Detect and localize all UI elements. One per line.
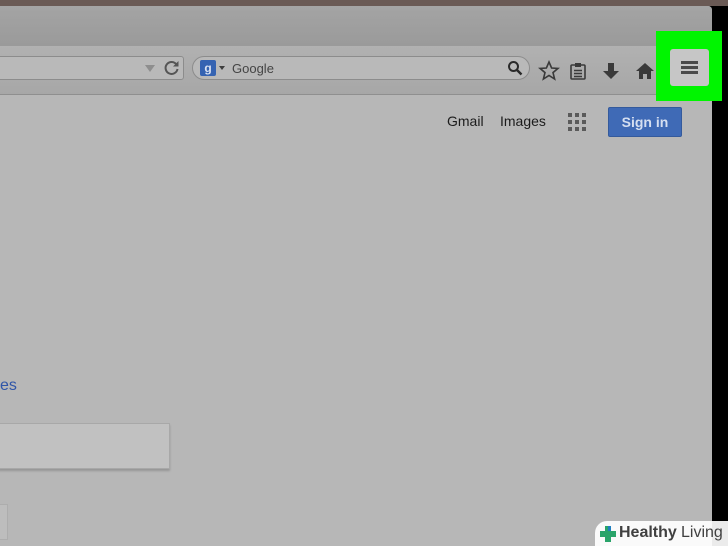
search-icon[interactable]: [507, 60, 523, 76]
apps-dot: [575, 127, 579, 131]
page-content: [0, 95, 712, 546]
apps-dot: [568, 113, 572, 117]
apps-dot: [568, 120, 572, 124]
history-dropdown-icon[interactable]: [145, 65, 155, 72]
watermark-brand-bold: Healthy: [619, 524, 677, 541]
menu-bar-line: [681, 61, 698, 64]
engine-dropdown-icon[interactable]: [219, 66, 225, 70]
apps-dot: [575, 120, 579, 124]
apps-dot: [582, 113, 586, 117]
partial-link[interactable]: es: [0, 377, 17, 395]
watermark-brand-light: Living: [681, 524, 723, 541]
apps-dot: [568, 127, 572, 131]
menu-bar-line: [681, 66, 698, 69]
plus-logo-icon: [600, 526, 616, 542]
bookmark-star-icon[interactable]: [538, 60, 560, 82]
apps-grid-icon[interactable]: [568, 113, 586, 131]
partial-search-button[interactable]: [0, 504, 8, 540]
navigation-toolbar: g Google: [0, 46, 712, 95]
watermark: Healthy Living: [595, 521, 728, 546]
images-link[interactable]: Images: [500, 113, 546, 129]
home-icon[interactable]: [634, 60, 656, 82]
search-placeholder: Google: [232, 61, 274, 76]
reading-list-icon[interactable]: [567, 60, 589, 82]
menu-bar-line: [681, 71, 698, 74]
apps-dot: [575, 113, 579, 117]
address-bar[interactable]: [0, 56, 184, 80]
reload-icon[interactable]: [163, 59, 181, 77]
apps-dot: [582, 127, 586, 131]
tab-strip: [0, 6, 712, 46]
hamburger-menu-button[interactable]: [670, 49, 709, 86]
sign-in-button[interactable]: Sign in: [608, 107, 682, 137]
google-search-input[interactable]: [0, 423, 170, 469]
search-bar[interactable]: g Google: [192, 56, 530, 80]
screenshot: g Google Gmail Images Sign in es Healthy…: [0, 0, 728, 546]
download-icon[interactable]: [600, 60, 622, 82]
apps-dot: [582, 120, 586, 124]
gmail-link[interactable]: Gmail: [447, 113, 484, 129]
google-engine-icon[interactable]: g: [200, 60, 216, 76]
